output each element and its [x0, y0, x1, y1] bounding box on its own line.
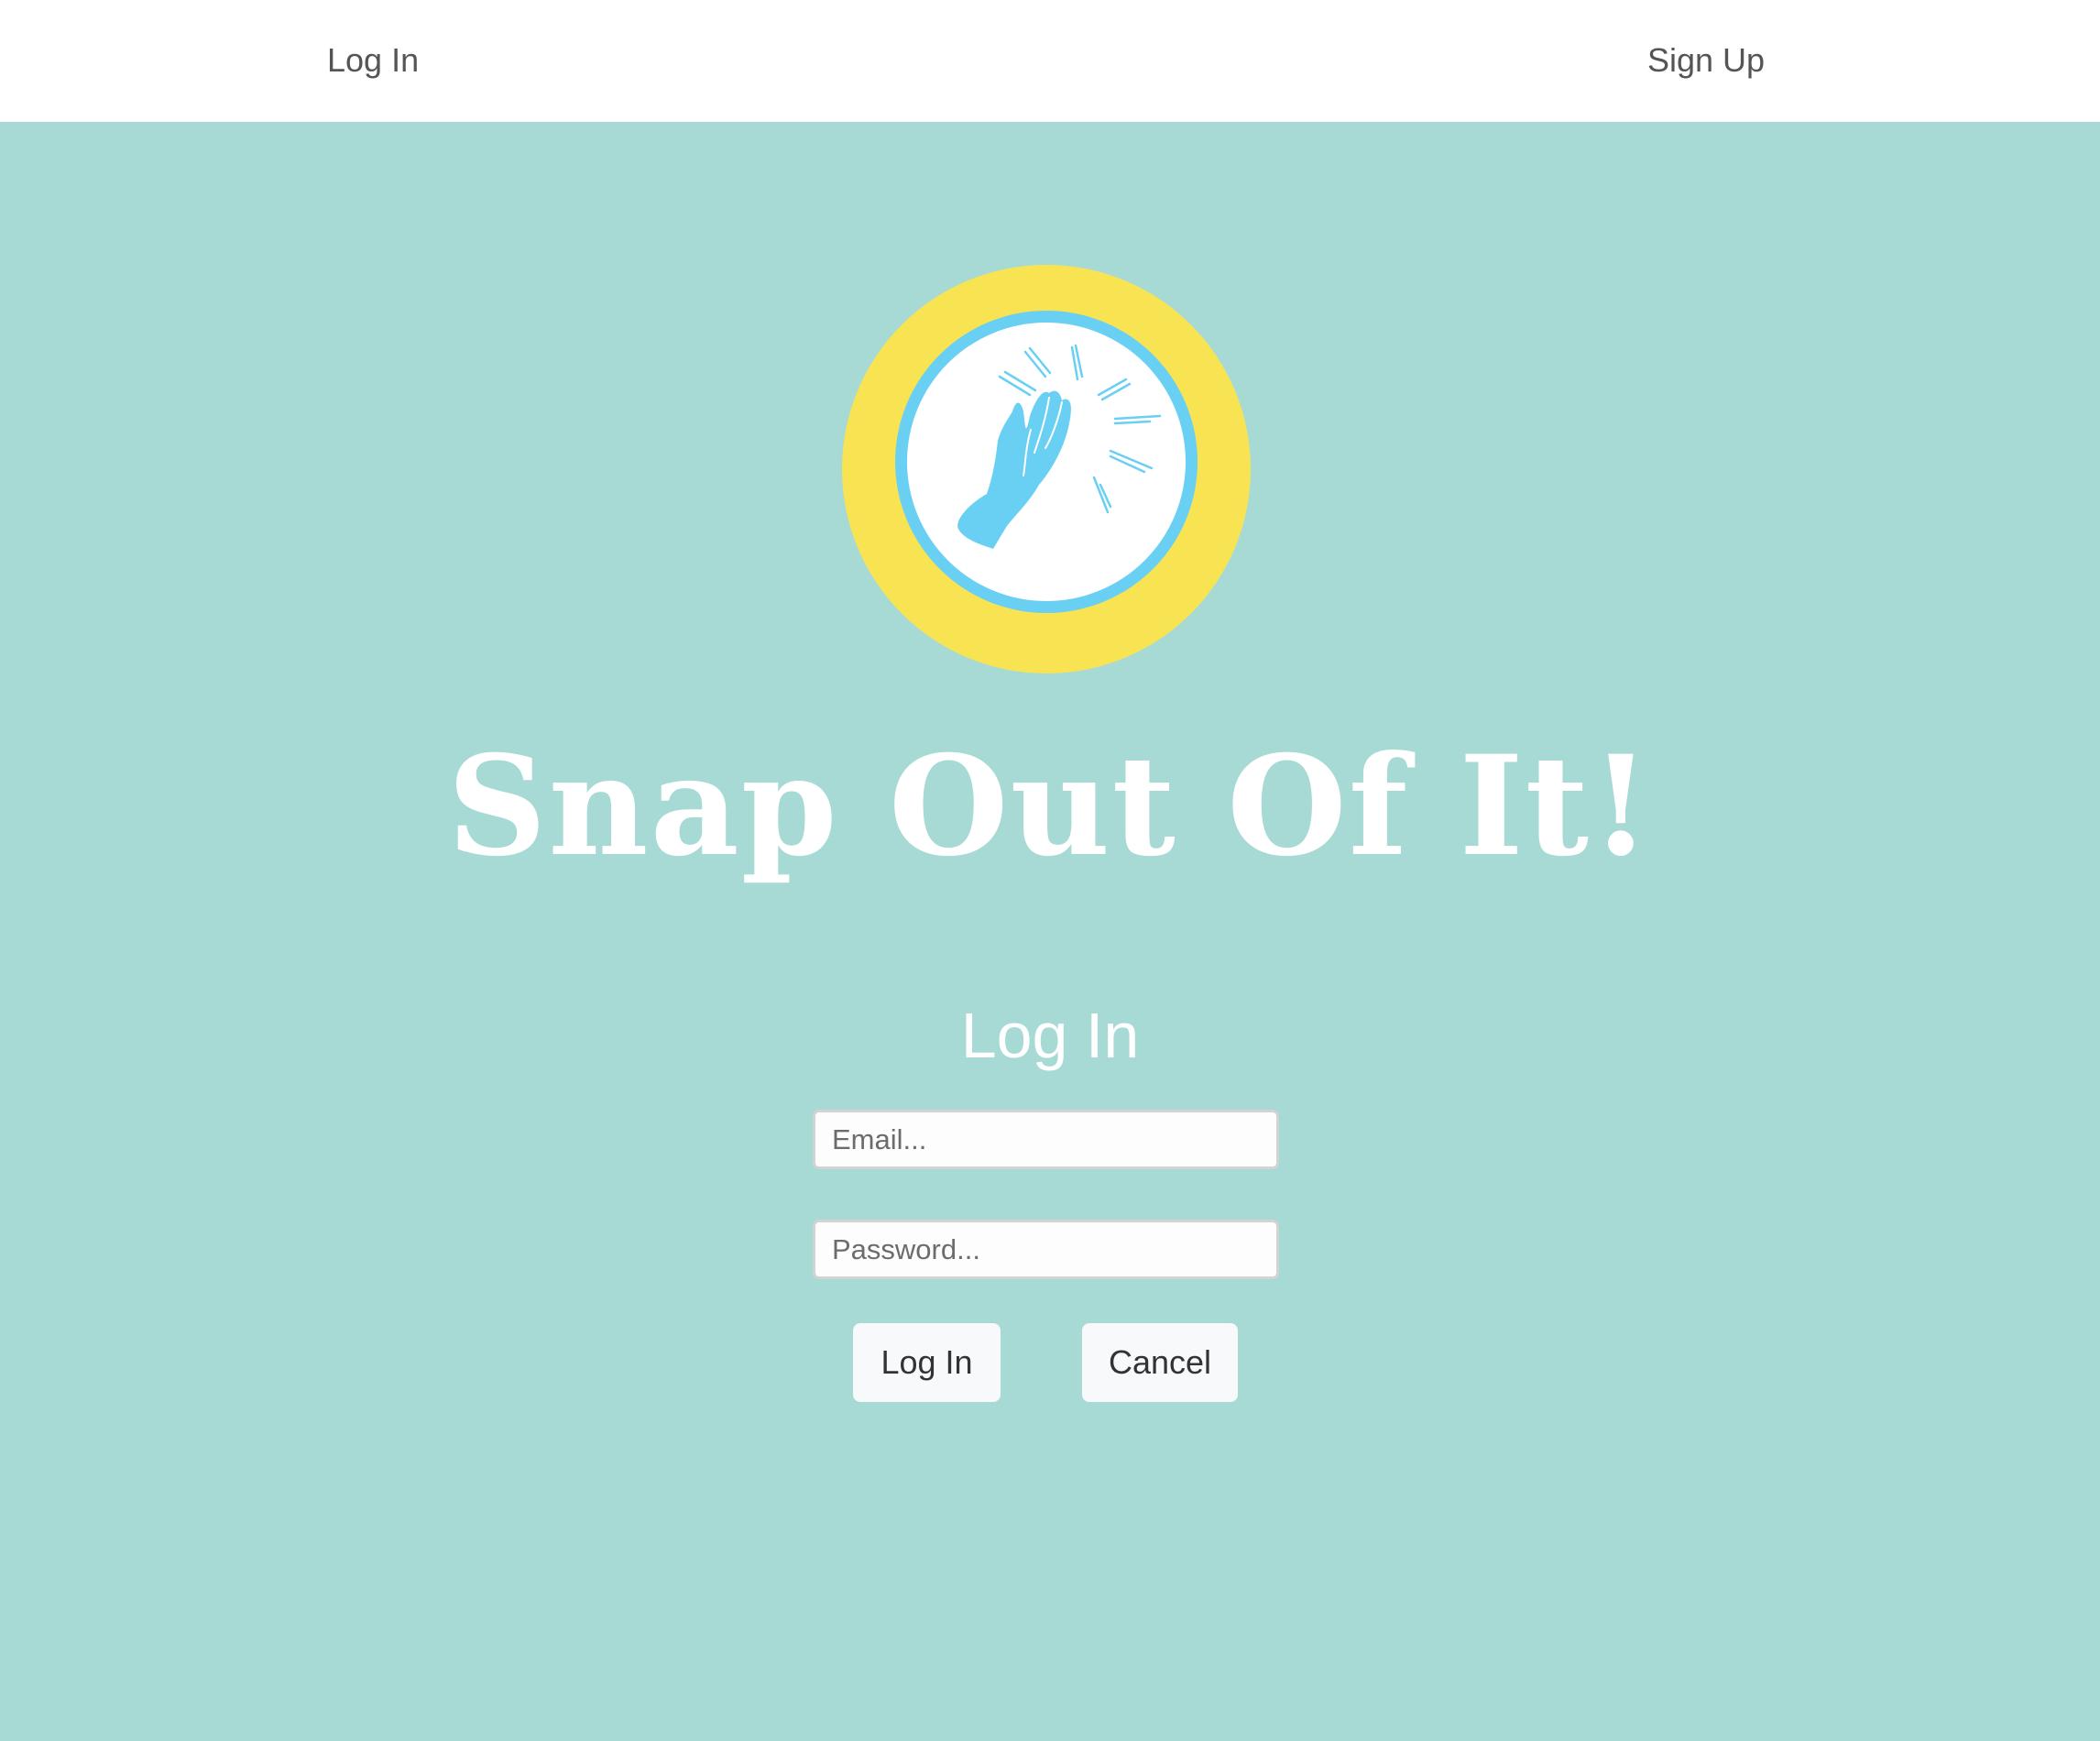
top-nav: Log In Sign Up: [0, 0, 2100, 122]
nav-login-link[interactable]: Log In: [327, 37, 419, 84]
cancel-button[interactable]: Cancel: [1082, 1323, 1238, 1402]
app-title: Snap Out Of It!: [447, 726, 1653, 887]
login-form-heading: Log In: [960, 1000, 1140, 1071]
login-button[interactable]: Log In: [853, 1323, 1001, 1402]
password-input[interactable]: [813, 1220, 1279, 1279]
nav-signup-link[interactable]: Sign Up: [1647, 37, 1765, 84]
email-input[interactable]: [813, 1110, 1279, 1169]
logo: [842, 265, 1251, 673]
